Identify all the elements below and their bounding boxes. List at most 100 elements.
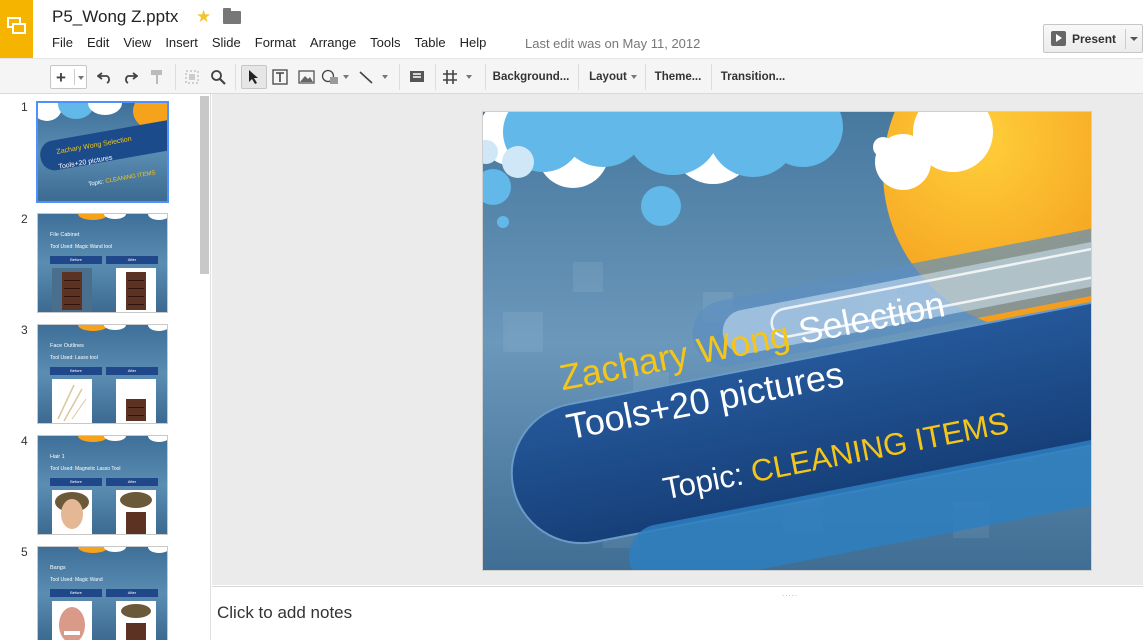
present-divider	[1125, 29, 1126, 49]
thumb-cloud	[148, 214, 167, 220]
slide-thumbnail-1[interactable]: Zachary Wong Selection Tools+20 pictures…	[36, 101, 169, 203]
toolbar-separator	[645, 64, 646, 90]
slide-number: 5	[21, 545, 28, 559]
thumb-before-image	[52, 379, 92, 423]
menu-format[interactable]: Format	[255, 35, 296, 50]
chevron-down-icon	[466, 75, 472, 79]
thumb-before-tag: Before	[50, 367, 102, 375]
thumb-title: Face Outlines	[50, 343, 84, 349]
slide-thumbnail-2[interactable]: File Cabinet Tool Used: Magic Wand tool …	[37, 213, 168, 313]
last-edit-status[interactable]: Last edit was on May 11, 2012	[525, 36, 700, 51]
slide-number: 2	[21, 212, 28, 226]
plus-icon: +	[56, 67, 66, 87]
thumb-cloud	[104, 325, 126, 330]
resize-handle[interactable]: .....	[782, 589, 798, 598]
toolbar-separator	[175, 64, 176, 90]
undo-icon[interactable]	[95, 65, 115, 89]
toolbar-separator	[399, 64, 400, 90]
thumb-topic: Topic: CLEANING ITEMS	[88, 170, 156, 188]
current-slide[interactable]: Zachary Wong Selection Tools+20 pictures…	[482, 111, 1092, 571]
shape-icon[interactable]	[321, 65, 353, 89]
redo-icon[interactable]	[120, 65, 140, 89]
thumb-topic-value: CLEANING ITEMS	[105, 170, 157, 185]
thumb-cloud	[148, 547, 167, 553]
menu-insert[interactable]: Insert	[165, 35, 198, 50]
thumb-after-tag: After	[106, 478, 158, 486]
button-split	[74, 69, 75, 85]
thumb-cloud	[88, 103, 122, 115]
slide-thumbnail-4[interactable]: Hair 1 Tool Used: Magnetic Lasso Tool Be…	[37, 435, 168, 535]
thumb-after-image	[116, 268, 156, 312]
thumb-after-tag: After	[106, 367, 158, 375]
menu-view[interactable]: View	[123, 35, 151, 50]
toolbar-separator	[435, 64, 436, 90]
paint-format-icon[interactable]	[147, 65, 167, 89]
background-button[interactable]: Background...	[492, 65, 570, 89]
thumb-before-tag: Before	[50, 478, 102, 486]
chevron-down-icon	[382, 75, 388, 79]
thumb-before-tag: Before	[50, 589, 102, 597]
menu-tools[interactable]: Tools	[370, 35, 400, 50]
cursor-icon[interactable]	[241, 65, 267, 89]
chevron-down-icon	[630, 75, 637, 79]
image-icon[interactable]	[296, 65, 316, 89]
filmstrip-scrollbar[interactable]	[200, 96, 209, 274]
slide-number: 3	[21, 323, 28, 337]
menu-file[interactable]: File	[52, 35, 73, 50]
slides-logo-icon[interactable]	[0, 0, 33, 58]
select-frame-icon[interactable]	[182, 65, 202, 89]
thumb-after-image	[116, 490, 156, 534]
thumb-cloud	[104, 436, 126, 441]
thumb-cloud	[104, 547, 126, 552]
notes-placeholder[interactable]: Click to add notes	[217, 603, 352, 623]
thumb-cloud	[148, 325, 167, 331]
slide-thumbnail-5[interactable]: Bangs Tool Used: Magic Wand Before After	[37, 546, 168, 640]
present-label: Present	[1072, 31, 1117, 46]
folder-icon[interactable]	[223, 8, 241, 24]
thumb-after-tag: After	[106, 589, 158, 597]
play-icon	[1051, 31, 1066, 46]
transition-button[interactable]: Transition...	[718, 65, 788, 89]
thumb-title: Hair 1	[50, 454, 65, 460]
comment-icon[interactable]	[407, 65, 427, 89]
text-box-icon[interactable]	[270, 65, 290, 89]
thumb-after-tag: After	[106, 256, 158, 264]
chevron-down-icon[interactable]	[78, 76, 84, 80]
thumb-topic-prefix: Topic:	[88, 179, 105, 188]
app-header: P5_Wong Z.pptx ★ File Edit View Insert S…	[0, 0, 1143, 58]
menu-slide[interactable]: Slide	[212, 35, 241, 50]
slide-number: 1	[21, 100, 28, 114]
theme-button[interactable]: Theme...	[652, 65, 704, 89]
thumb-cloud	[104, 214, 126, 219]
chevron-down-icon[interactable]	[1130, 37, 1138, 41]
speaker-notes[interactable]: ..... Click to add notes	[212, 586, 1143, 640]
thumb-before-image	[52, 490, 92, 534]
menu-edit[interactable]: Edit	[87, 35, 109, 50]
theme-label: Theme...	[654, 71, 702, 83]
line-icon[interactable]	[358, 65, 392, 89]
thumb-tool: Tool Used: Lasso tool	[50, 355, 98, 361]
new-slide-button[interactable]: +	[50, 65, 87, 89]
slide-filmstrip[interactable]: 1 Zachary Wong Selection Tools+20 pictur…	[0, 94, 211, 640]
zoom-icon[interactable]	[208, 65, 228, 89]
thumb-title: Bangs	[50, 565, 66, 571]
table-icon[interactable]	[442, 65, 478, 89]
layout-label: Layout	[589, 71, 627, 83]
present-button[interactable]: Present	[1043, 24, 1143, 53]
layout-button[interactable]: Layout	[585, 65, 641, 89]
background-label: Background...	[492, 71, 570, 83]
transition-label: Transition...	[720, 71, 786, 83]
chevron-down-icon	[343, 75, 349, 79]
menu-bar: File Edit View Insert Slide Format Arran…	[52, 35, 500, 50]
toolbar-separator	[485, 64, 486, 90]
slide-number: 4	[21, 434, 28, 448]
document-title[interactable]: P5_Wong Z.pptx	[52, 7, 178, 27]
menu-table[interactable]: Table	[415, 35, 446, 50]
thumb-tool: Tool Used: Magnetic Lasso Tool	[50, 466, 121, 472]
toolbar: + Background... Layout Theme... Transiti…	[0, 58, 1143, 94]
menu-arrange[interactable]: Arrange	[310, 35, 356, 50]
toolbar-separator	[578, 64, 579, 90]
star-icon[interactable]: ★	[196, 7, 211, 27]
menu-help[interactable]: Help	[460, 35, 487, 50]
slide-thumbnail-3[interactable]: Face Outlines Tool Used: Lasso tool Befo…	[37, 324, 168, 424]
